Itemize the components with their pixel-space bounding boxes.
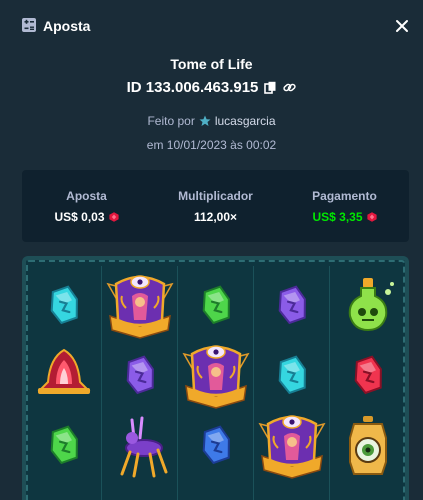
payout-label: Pagamento — [312, 188, 377, 203]
cyan-rune-gem-symbol — [254, 338, 330, 414]
vip-star-icon — [199, 115, 211, 126]
bet-stats-panel: Aposta US$ 0,03 Multiplicador 112,00× Pa… — [22, 170, 409, 242]
stat-bet: Aposta US$ 0,03 — [22, 170, 151, 242]
bet-amount-value: US$ 0,03 — [54, 209, 105, 224]
golden-eye-lantern-symbol — [330, 408, 405, 484]
green-potion-symbol — [330, 268, 405, 344]
multiplier-value: 112,00× — [193, 209, 238, 224]
purple-rune-gem-symbol — [102, 338, 178, 414]
purple-rune-gem-symbol — [254, 268, 330, 344]
multiplier-label: Multiplicador — [178, 188, 253, 203]
currency-gem-icon — [366, 211, 377, 222]
blue-rune-gem-symbol — [178, 408, 254, 484]
tome-of-life-book-symbol — [102, 268, 178, 344]
payout-amount: US$ 3,35 — [312, 209, 377, 224]
bet-amount-label: Aposta — [66, 188, 107, 203]
modal-header: Aposta — [0, 0, 423, 52]
payout-value: US$ 3,35 — [312, 209, 363, 224]
tome-of-life-book-symbol — [254, 408, 330, 484]
made-by-label: Feito por — [147, 114, 195, 128]
slot-board — [22, 256, 409, 500]
bet-slip-icon — [22, 18, 36, 32]
stat-multiplier: Multiplicador 112,00× — [151, 170, 280, 242]
made-by: Feito por lucasgarcia — [0, 114, 423, 128]
stat-payout: Pagamento US$ 3,35 — [280, 170, 409, 242]
tome-of-life-book-symbol — [178, 338, 254, 414]
close-icon[interactable] — [395, 19, 409, 33]
game-title[interactable]: Tome of Life — [0, 56, 423, 72]
currency-gem-icon — [108, 211, 119, 222]
link-icon[interactable] — [283, 81, 297, 94]
green-rune-gem-symbol — [178, 268, 254, 344]
modal-title: Aposta — [43, 18, 91, 34]
username-link[interactable]: lucasgarcia — [215, 114, 276, 128]
purple-spider-symbol — [102, 408, 178, 484]
red-shrine-symbol — [26, 338, 102, 414]
red-rune-gem-symbol — [330, 338, 405, 414]
bet-id-row: ID 133.006.463.915 — [0, 79, 423, 96]
bet-date: em 10/01/2023 às 00:02 — [146, 138, 277, 152]
copy-icon[interactable] — [264, 81, 277, 94]
cyan-rune-gem-symbol — [26, 268, 102, 344]
bet-id: ID 133.006.463.915 — [126, 79, 259, 96]
bet-amount: US$ 0,03 — [54, 209, 119, 224]
green-rune-gem-symbol — [26, 408, 102, 484]
